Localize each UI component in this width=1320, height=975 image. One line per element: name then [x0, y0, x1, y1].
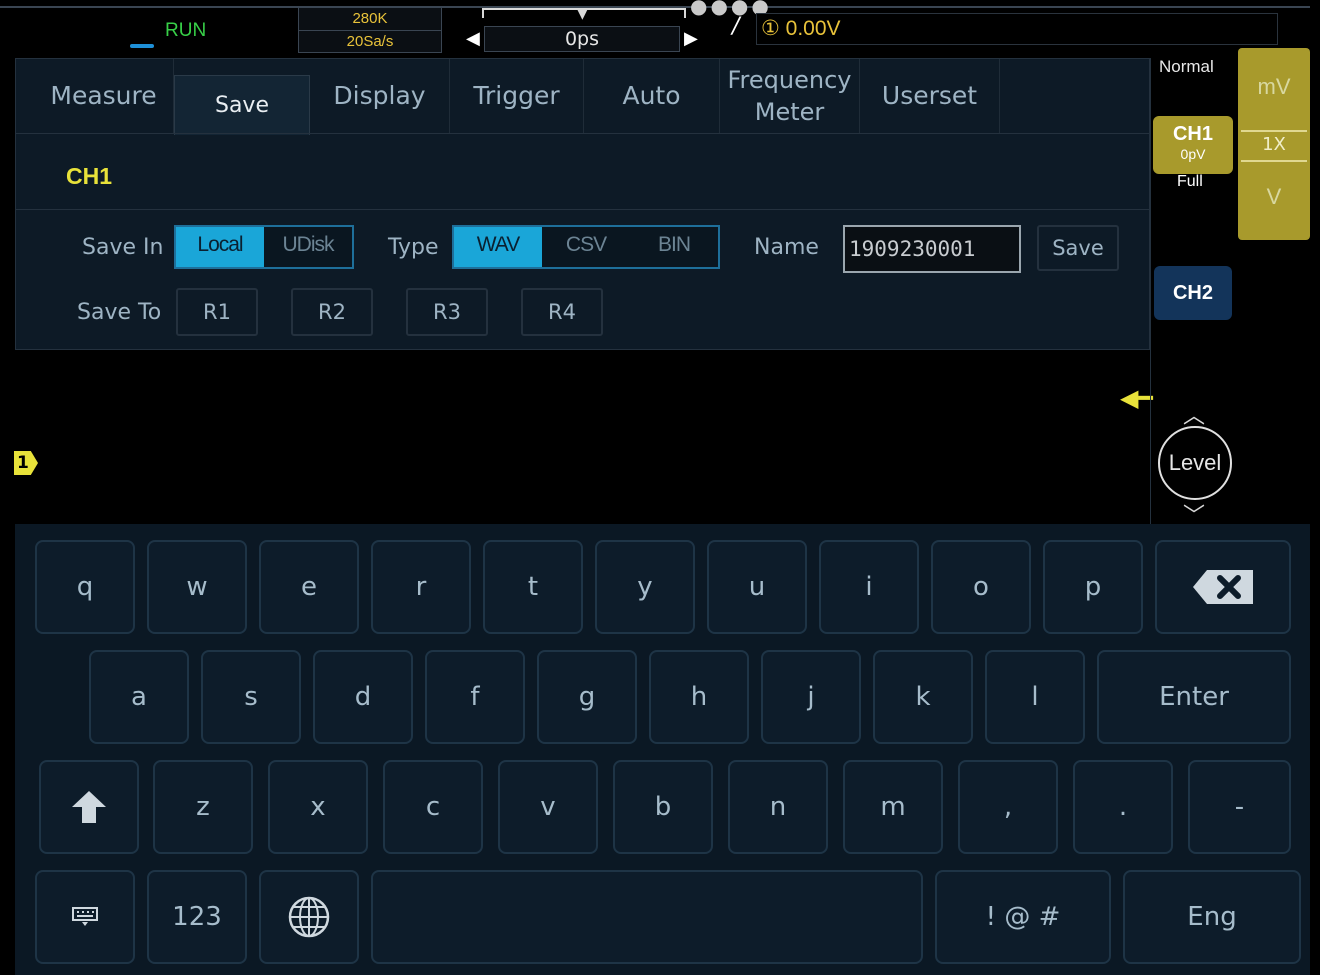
save-in-option-local[interactable]: Local	[176, 227, 264, 267]
key-i[interactable]: i	[819, 540, 919, 634]
tab-auto[interactable]: Auto	[584, 59, 720, 133]
key-d[interactable]: d	[313, 650, 413, 744]
save-to-label: Save To	[77, 300, 162, 325]
key-n[interactable]: n	[728, 760, 828, 854]
status-bar: RUN 280K 20Sa/s ▼ ●●●● ◀ 0ps ▶ / ① 0.00V	[0, 0, 1320, 58]
run-state[interactable]: RUN	[165, 20, 206, 42]
globe-icon	[288, 896, 330, 938]
channel1-bandwidth: Full	[1177, 173, 1203, 190]
save-in-option-udisk[interactable]: UDisk	[264, 227, 352, 267]
type-selector[interactable]: WAV CSV BIN	[452, 225, 720, 269]
trigger-position-icon: ▼	[577, 6, 588, 22]
save-button[interactable]: Save	[1037, 225, 1119, 271]
key-u[interactable]: u	[707, 540, 807, 634]
key-r[interactable]: r	[371, 540, 471, 634]
channel-title: CH1	[66, 163, 113, 189]
channel1-offset: 0pV	[1180, 146, 1206, 162]
key-o[interactable]: o	[931, 540, 1031, 634]
backspace-key[interactable]	[1155, 540, 1291, 634]
key-t[interactable]: t	[483, 540, 583, 634]
scale-unit-v[interactable]: V	[1238, 184, 1310, 210]
language-key[interactable]: Eng	[1123, 870, 1301, 964]
time-left-arrow-icon[interactable]: ◀	[466, 28, 480, 49]
time-right-arrow-icon[interactable]: ▶	[684, 28, 698, 49]
key-y[interactable]: y	[595, 540, 695, 634]
trigger-level-marker-icon[interactable]: ◀━	[1120, 384, 1153, 412]
channel1-label: CH1	[1172, 123, 1213, 145]
channel1-badge[interactable]: CH1 0pV	[1153, 116, 1233, 174]
key-j[interactable]: j	[761, 650, 861, 744]
key-m[interactable]: m	[843, 760, 943, 854]
right-panel-divider	[1150, 58, 1151, 524]
space-key[interactable]	[371, 870, 923, 964]
on-screen-keyboard: q w e r t y u i o p a s d f g h j k l En…	[15, 524, 1310, 975]
key-a[interactable]: a	[89, 650, 189, 744]
type-option-bin[interactable]: BIN	[630, 227, 718, 267]
save-to-r3-button[interactable]: R3	[406, 288, 488, 336]
save-menu-panel: Measure Save Display Trigger Auto Freque…	[15, 58, 1151, 350]
trigger-info[interactable]: ① 0.00V	[756, 13, 1278, 45]
tab-frequency-meter[interactable]: Frequency Meter	[720, 59, 860, 133]
trigger-mode[interactable]: Normal	[1159, 57, 1214, 77]
enter-key[interactable]: Enter	[1097, 650, 1291, 744]
key-z[interactable]: z	[153, 760, 253, 854]
key-g[interactable]: g	[537, 650, 637, 744]
file-name-input[interactable]: 1909230001	[843, 225, 1021, 273]
numbers-key[interactable]: 123	[147, 870, 247, 964]
acquisition-info[interactable]: 280K 20Sa/s	[298, 7, 442, 53]
type-option-wav[interactable]: WAV	[454, 227, 542, 267]
key-f[interactable]: f	[425, 650, 525, 744]
tabs-divider	[16, 133, 1151, 134]
key-p[interactable]: p	[1043, 540, 1143, 634]
key-comma[interactable]: ,	[958, 760, 1058, 854]
tab-measure[interactable]: Measure	[34, 59, 174, 133]
tab-save[interactable]: Save	[174, 75, 310, 135]
save-in-label: Save In	[82, 235, 164, 260]
tab-trigger[interactable]: Trigger	[450, 59, 584, 133]
run-indicator-line	[130, 44, 154, 48]
save-to-r1-button[interactable]: R1	[176, 288, 258, 336]
key-e[interactable]: e	[259, 540, 359, 634]
save-to-r4-button[interactable]: R4	[521, 288, 603, 336]
memory-depth: 280K	[352, 10, 388, 27]
channel1-ground-marker[interactable]: 1	[14, 451, 38, 475]
rising-edge-icon: /	[732, 14, 740, 39]
key-s[interactable]: s	[201, 650, 301, 744]
sample-rate: 20Sa/s	[346, 33, 394, 50]
tab-display[interactable]: Display	[310, 59, 450, 133]
key-x[interactable]: x	[268, 760, 368, 854]
backspace-icon	[1193, 570, 1253, 604]
trigger-level: 0.00V	[785, 17, 841, 40]
language-switch-key[interactable]	[259, 870, 359, 964]
hide-keyboard-key[interactable]	[35, 870, 135, 964]
key-dash[interactable]: -	[1188, 760, 1291, 854]
name-label: Name	[754, 235, 819, 260]
vertical-scale-control[interactable]: mV 1X V	[1238, 48, 1310, 240]
key-k[interactable]: k	[873, 650, 973, 744]
key-w[interactable]: w	[147, 540, 247, 634]
key-b[interactable]: b	[613, 760, 713, 854]
type-label: Type	[388, 235, 439, 260]
key-c[interactable]: c	[383, 760, 483, 854]
time-offset[interactable]: 0ps	[484, 26, 680, 52]
type-option-csv[interactable]: CSV	[542, 227, 630, 267]
save-in-selector[interactable]: Local UDisk	[174, 225, 354, 269]
symbols-key[interactable]: ! @ #	[935, 870, 1111, 964]
shift-arrow-icon	[72, 791, 106, 823]
scale-unit-mv[interactable]: mV	[1238, 74, 1310, 100]
key-h[interactable]: h	[649, 650, 749, 744]
section-divider	[16, 209, 1151, 210]
key-l[interactable]: l	[985, 650, 1085, 744]
key-period[interactable]: .	[1073, 760, 1173, 854]
shift-key[interactable]	[39, 760, 139, 854]
trigger-channel-icon: ①	[761, 17, 780, 40]
key-q[interactable]: q	[35, 540, 135, 634]
tab-userset[interactable]: Userset	[860, 59, 1000, 133]
key-v[interactable]: v	[498, 760, 598, 854]
keyboard-icon	[72, 907, 98, 926]
level-knob[interactable]: Level	[1158, 426, 1232, 500]
probe-ratio[interactable]: 1X	[1241, 130, 1307, 162]
channel2-badge[interactable]: CH2	[1154, 266, 1232, 320]
save-to-r2-button[interactable]: R2	[291, 288, 373, 336]
